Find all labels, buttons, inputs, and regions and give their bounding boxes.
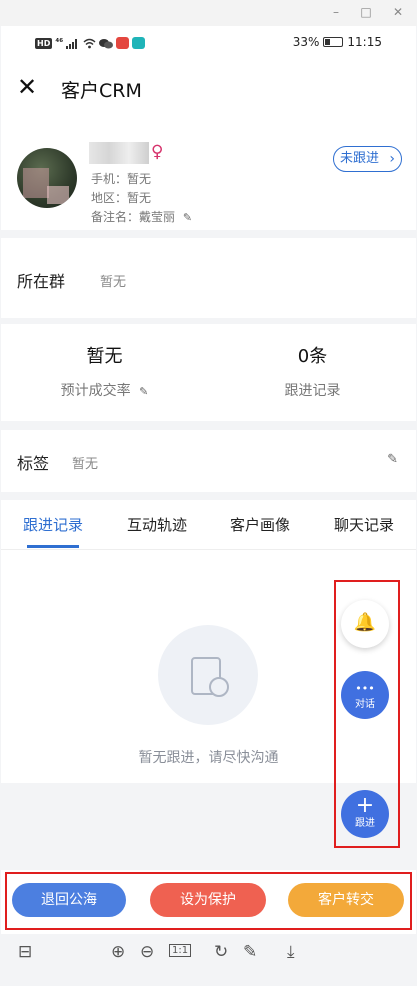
edit-tags-icon[interactable]: ✎ <box>387 452 398 467</box>
remark-name: 备注名：戴莹丽 <box>91 210 176 224</box>
divider <box>1 230 416 238</box>
deal-rate-label-row: 预计成交率 ✎ <box>1 380 208 400</box>
chat-icon: ••• <box>355 682 375 695</box>
phone-info: 手机：暂无 <box>91 172 152 186</box>
status-bar: HD ⁴⁶ 33% 11:15 <box>1 26 416 60</box>
signal-bars-icon <box>66 38 78 49</box>
follow-label: 跟进 <box>355 818 375 829</box>
actual-size-icon[interactable]: 1:1 <box>169 944 192 957</box>
battery-icon <box>323 37 344 47</box>
app-red-icon <box>116 37 130 49</box>
deal-rate-stat[interactable]: 暂无 预计成交率 ✎ <box>1 324 208 421</box>
clock-icon <box>209 677 229 697</box>
tab-interaction-track[interactable]: 互动轨迹 <box>127 514 187 535</box>
records-value: 0条 <box>297 346 328 367</box>
tab-follow-records[interactable]: 跟进记录 <box>23 514 83 535</box>
status-right: 33% 11:15 <box>293 35 382 49</box>
hd-icon: HD <box>35 37 53 49</box>
zoom-out-icon[interactable]: ⊖ <box>140 942 154 962</box>
stats-panel: 暂无 预计成交率 ✎ 0条 跟进记录 <box>1 324 416 421</box>
app-header: ✕ 客户CRM <box>1 60 416 116</box>
signal-icon: ⁴⁶ <box>55 38 64 48</box>
group-row[interactable]: 所在群 暂无 <box>1 238 416 318</box>
close-icon[interactable]: ✕ <box>17 75 39 99</box>
plus-icon: + <box>355 793 375 818</box>
group-label: 所在群 <box>17 272 66 291</box>
female-icon: ♀ <box>151 142 164 162</box>
wechat-icon <box>99 38 114 48</box>
transfer-customer-button[interactable]: 客户转交 <box>288 883 404 917</box>
minimize-icon[interactable]: – <box>326 3 346 21</box>
tags-value: 暂无 <box>72 457 99 472</box>
records-label: 跟进记录 <box>284 383 341 399</box>
divider <box>1 492 416 500</box>
tab-bar: 跟进记录 互动轨迹 客户画像 聊天记录 <box>1 500 416 550</box>
tags-label: 标签 <box>17 454 50 473</box>
zoom-in-icon[interactable]: ⊕ <box>111 942 125 962</box>
remark-name-row: 备注名：戴莹丽 ✎ <box>91 208 192 225</box>
deal-rate-value: 暂无 <box>86 346 123 367</box>
chat-label: 对话 <box>355 699 375 710</box>
battery-percent: 33% <box>292 35 320 49</box>
tags-row[interactable]: 标签 暂无 ✎ <box>1 430 416 492</box>
customer-profile: ♀ 手机：暂无 地区：暂无 备注名：戴莹丽 ✎ 未跟进 › <box>1 136 416 230</box>
app-teal-icon <box>132 37 146 49</box>
maximize-icon[interactable]: □ <box>356 3 376 21</box>
wifi-icon <box>83 38 96 48</box>
edit-deal-rate-icon[interactable]: ✎ <box>139 385 148 398</box>
set-protected-button[interactable]: 设为保护 <box>150 883 266 917</box>
edit-remark-icon[interactable]: ✎ <box>183 211 192 224</box>
follow-status-button[interactable]: 未跟进 › <box>332 146 402 172</box>
edit-icon[interactable]: ✎ <box>243 942 257 962</box>
rotate-icon[interactable]: ↻ <box>214 942 228 962</box>
follow-status-label: 未跟进 <box>339 151 379 166</box>
tab-chat-records[interactable]: 聊天记录 <box>334 514 394 535</box>
panel-icon[interactable]: ⊟ <box>18 942 32 962</box>
window-titlebar: – □ ✕ <box>0 0 417 26</box>
customer-name-redacted <box>89 142 149 164</box>
reminder-button[interactable]: 🔔 <box>341 600 389 648</box>
viewer-toolbar: ⊟ ⊕ ⊖ 1:1 ↻ ✎ ⤓ <box>0 934 417 970</box>
close-window-icon[interactable]: ✕ <box>388 3 408 21</box>
chevron-right-icon: › <box>389 151 395 167</box>
group-value: 暂无 <box>100 275 127 290</box>
divider <box>1 421 416 430</box>
bell-icon: 🔔 <box>353 612 377 633</box>
return-to-pool-button[interactable]: 退回公海 <box>12 883 126 917</box>
phone-screen: HD ⁴⁶ 33% 11:15 ✕ 客户CRM ♀ 手机：暂无 地区：暂无 备注… <box>1 26 416 960</box>
download-icon[interactable]: ⤓ <box>287 942 295 962</box>
avatar[interactable] <box>17 148 77 208</box>
clock: 11:15 <box>347 35 382 49</box>
tab-customer-portrait[interactable]: 客户画像 <box>230 514 290 535</box>
deal-rate-label: 预计成交率 <box>60 383 131 399</box>
chat-button[interactable]: ••• 对话 <box>341 671 389 719</box>
status-left-icons: HD ⁴⁶ <box>35 36 146 50</box>
active-tab-indicator <box>27 545 79 548</box>
records-stat[interactable]: 0条 跟进记录 <box>209 324 416 421</box>
region-info: 地区：暂无 <box>91 191 152 205</box>
add-follow-button[interactable]: + 跟进 <box>341 790 389 838</box>
page-title: 客户CRM <box>61 80 142 102</box>
